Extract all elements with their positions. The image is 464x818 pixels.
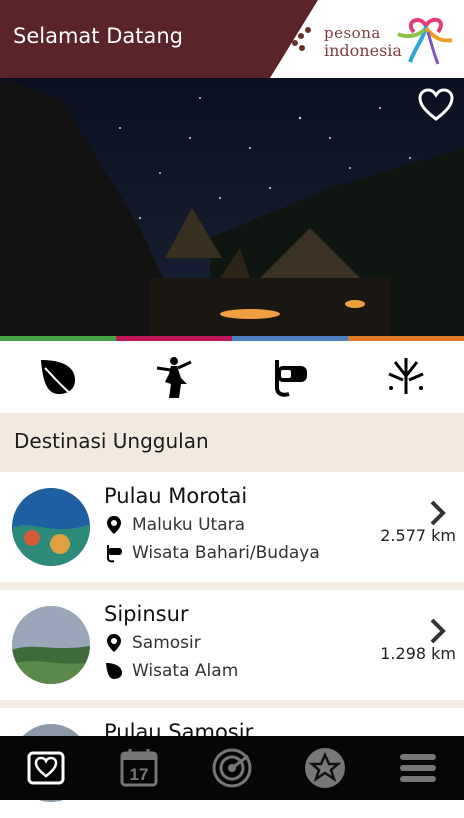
snorkel-icon — [107, 545, 122, 563]
category-nature-button[interactable] — [0, 341, 116, 413]
location-pin-icon — [107, 516, 121, 534]
featured-destinations-header: Destinasi Unggulan — [0, 413, 464, 471]
nav-favorites[interactable] — [278, 736, 371, 800]
logo-dots-icon — [292, 27, 311, 51]
snorkel-icon — [275, 360, 307, 397]
menu-icon — [399, 754, 436, 782]
logo-mark-icon — [397, 17, 453, 65]
nav-nearby[interactable] — [186, 736, 279, 800]
logo-text-indonesia: indonesia — [324, 41, 402, 60]
destination-name: Pulau Morotai — [104, 484, 248, 508]
category-text: Wisata Alam — [132, 661, 239, 681]
destination-card[interactable]: Sipinsur Samosir Wisata Alam 1.298 km — [0, 590, 464, 700]
home-heart-icon — [27, 751, 65, 785]
category-text: Wisata Bahari/Budaya — [132, 543, 320, 563]
favorite-heart-icon[interactable] — [418, 88, 454, 122]
star-icon — [304, 748, 345, 788]
pesona-indonesia-logo: pesona indonesia — [290, 10, 458, 70]
nav-home[interactable] — [0, 736, 93, 800]
radar-icon — [212, 748, 252, 788]
location-pin-icon — [107, 634, 121, 652]
section-title: Destinasi Unggulan — [14, 429, 209, 453]
distance-text: 1.298 km — [380, 644, 456, 663]
distance-text: 2.577 km — [380, 526, 456, 545]
leaf-icon — [41, 360, 75, 395]
nav-menu[interactable] — [371, 736, 464, 800]
destination-category: Wisata Alam — [104, 660, 238, 682]
hero-image[interactable] — [0, 78, 464, 336]
hero-night-village-image — [0, 78, 464, 336]
location-text: Maluku Utara — [132, 515, 246, 535]
calendar-day-text: 17 — [130, 765, 149, 784]
destination-thumbnail — [12, 488, 90, 566]
destination-thumbnail — [12, 606, 90, 684]
category-marine-button[interactable] — [232, 341, 348, 413]
calendar-icon: 17 — [120, 749, 158, 787]
fireworks-icon — [388, 358, 424, 394]
dancer-icon — [156, 357, 192, 398]
logo-text-pesona: pesona — [324, 24, 381, 42]
bottom-navigation: 17 — [0, 736, 464, 800]
destination-name: Sipinsur — [104, 602, 189, 626]
chevron-right-icon[interactable] — [428, 616, 448, 646]
leaf-icon — [106, 663, 122, 679]
destination-category: Wisata Bahari/Budaya — [104, 542, 320, 564]
category-bar — [0, 341, 464, 413]
page-title: Selamat Datang — [13, 24, 183, 48]
nav-calendar[interactable]: 17 — [93, 736, 186, 800]
destination-card[interactable]: Pulau Morotai Maluku Utara Wisata Bahari… — [0, 472, 464, 582]
app-header: Selamat Datang pesona indonesia — [0, 0, 464, 78]
chevron-right-icon[interactable] — [428, 498, 448, 528]
category-culture-button[interactable] — [116, 341, 232, 413]
destination-location: Samosir — [104, 632, 201, 654]
category-event-button[interactable] — [348, 341, 464, 413]
destination-location: Maluku Utara — [104, 514, 245, 536]
location-text: Samosir — [132, 633, 201, 653]
